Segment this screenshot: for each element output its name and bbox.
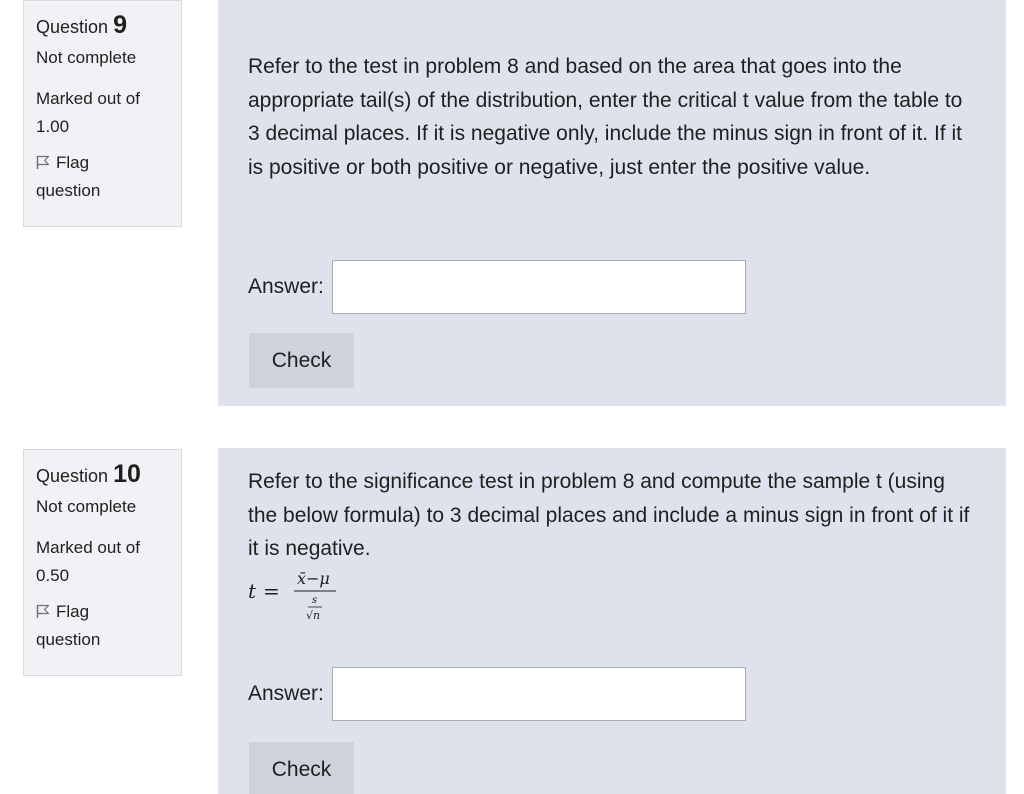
question-text: Refer to the significance test in proble… bbox=[248, 470, 970, 561]
question-text: Refer to the test in problem 8 and based… bbox=[248, 55, 963, 179]
marked-out-of-label: Marked out of bbox=[36, 538, 140, 557]
question-number: Question 10 bbox=[36, 462, 181, 488]
flag-icon bbox=[36, 602, 56, 621]
flag-label-line2: question bbox=[36, 181, 101, 200]
formula-equals: = bbox=[263, 579, 280, 603]
answer-input[interactable] bbox=[331, 667, 746, 721]
question-grade: Marked out of 1.00 bbox=[36, 85, 181, 141]
question-state: Not complete bbox=[36, 48, 137, 67]
question-state: Not complete bbox=[36, 497, 137, 516]
check-button[interactable]: Check bbox=[249, 742, 354, 794]
question-number-value: 10 bbox=[113, 460, 141, 488]
flag-question-link[interactable]: Flag question bbox=[36, 598, 181, 654]
formula-numerator: x̄−μ bbox=[297, 569, 330, 588]
flag-label-line1: Flag bbox=[56, 153, 90, 172]
answer-label: Answer: bbox=[248, 682, 324, 705]
t-formula: t = x̄−μ s √n bbox=[248, 568, 368, 633]
formula-inner-denominator: √n bbox=[306, 609, 320, 622]
answer-input[interactable] bbox=[331, 260, 746, 314]
question-content-10: Refer to the significance test in proble… bbox=[218, 448, 1006, 794]
answer-row: Answer: bbox=[248, 260, 746, 314]
question-label: Question bbox=[36, 17, 109, 37]
question-number: Question 9 bbox=[36, 13, 181, 39]
flag-label-line1: Flag bbox=[56, 602, 90, 621]
marked-out-of-label: Marked out of bbox=[36, 89, 140, 108]
flag-question-link[interactable]: Flag question bbox=[36, 149, 181, 205]
flag-label-line2: question bbox=[36, 630, 101, 649]
answer-row: Answer: bbox=[248, 667, 746, 721]
max-mark: 0.50 bbox=[36, 566, 70, 585]
max-mark: 1.00 bbox=[36, 117, 70, 136]
quiz-page: Question 9 Not complete Marked out of 1.… bbox=[0, 0, 1024, 794]
question-grade: Marked out of 0.50 bbox=[36, 534, 181, 590]
formula-inner-numerator: s bbox=[312, 595, 317, 606]
question-number-value: 9 bbox=[113, 11, 127, 39]
question-label: Question bbox=[36, 466, 109, 486]
answer-label: Answer: bbox=[248, 275, 324, 298]
question-info-9: Question 9 Not complete Marked out of 1.… bbox=[23, 0, 182, 227]
flag-icon bbox=[36, 153, 56, 172]
check-button[interactable]: Check bbox=[249, 333, 354, 388]
question-info-10: Question 10 Not complete Marked out of 0… bbox=[23, 449, 182, 676]
formula-lhs: t bbox=[248, 579, 257, 603]
question-content-9: Refer to the test in problem 8 and based… bbox=[218, 0, 1006, 406]
